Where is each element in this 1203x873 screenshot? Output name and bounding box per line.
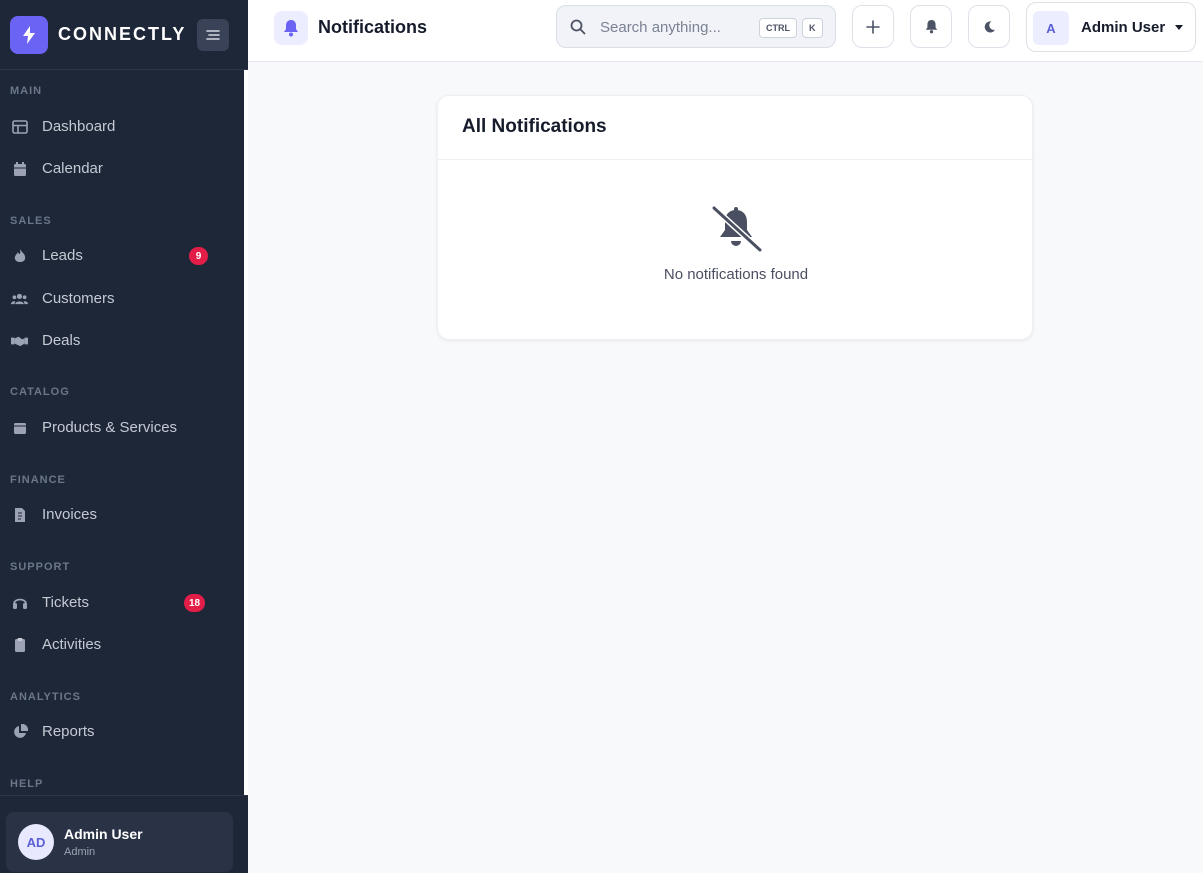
sidebar-item-label: Calendar: [42, 160, 103, 177]
sidebar-item-label: Invoices: [42, 506, 98, 523]
sidebar-item-label: Tickets: [42, 594, 89, 611]
search-input[interactable]: Search anything... CTRL K: [556, 5, 836, 48]
bolt-icon[interactable]: [10, 16, 48, 54]
grid-icon: [11, 118, 28, 135]
sidebar: CONNECTLY MAIN Dashboard Calendar SALES …: [0, 0, 248, 873]
theme-toggle-button[interactable]: [968, 5, 1010, 48]
sidebar-item-label: Customers: [42, 290, 115, 307]
sidebar-item-deals[interactable]: Deals: [0, 322, 240, 358]
chevron-down-icon: [1175, 25, 1183, 30]
menu-icon: [206, 30, 220, 40]
moon-icon: [984, 20, 995, 32]
top-header: Notifications Search anything... CTRL K …: [248, 0, 1203, 62]
pie-chart-icon: [11, 723, 28, 740]
calendar-icon: [11, 160, 28, 177]
avatar: AD: [18, 824, 54, 860]
sidebar-toggle-button[interactable]: [197, 19, 229, 51]
bell-icon: [274, 11, 308, 45]
clipboard-icon: [11, 636, 28, 653]
sidebar-item-leads[interactable]: Leads 9: [0, 237, 240, 273]
sidebar-item-label: Products & Services: [42, 419, 178, 436]
sidebar-scrollbar[interactable]: [244, 70, 248, 795]
brand: CONNECTLY: [0, 0, 248, 70]
profile-menu-button[interactable]: A Admin User: [1026, 2, 1196, 52]
brand-name: CONNECTLY: [58, 24, 187, 44]
notifications-button[interactable]: [910, 5, 952, 48]
sidebar-item-products-services[interactable]: Products & Services: [0, 409, 240, 445]
tickets-count-badge: 18: [184, 594, 206, 612]
section-label-analytics: ANALYTICS: [10, 691, 81, 703]
headset-icon: [11, 594, 28, 611]
sidebar-item-calendar[interactable]: Calendar: [0, 150, 240, 186]
section-label-help: HELP: [10, 778, 44, 790]
sidebar-item-customers[interactable]: Customers: [0, 280, 240, 316]
fire-icon: [11, 247, 28, 264]
sidebar-item-label: Deals: [42, 332, 81, 349]
profile-name: Admin User: [1081, 19, 1166, 36]
sidebar-footer-divider: [0, 795, 248, 796]
card-title: All Notifications: [462, 116, 607, 137]
section-label-catalog: CATALOG: [10, 386, 70, 398]
users-icon: [11, 290, 28, 307]
sidebar-user-role: Admin: [64, 846, 96, 858]
bell-icon: [925, 20, 937, 34]
section-label-main: MAIN: [10, 85, 43, 97]
sidebar-item-invoices[interactable]: Invoices: [0, 496, 240, 532]
card-divider: [438, 159, 1034, 160]
sidebar-item-tickets[interactable]: Tickets 18: [0, 584, 240, 620]
bell-slash-icon: [708, 206, 764, 252]
sidebar-item-label: Leads: [42, 247, 83, 264]
search-icon: [570, 19, 586, 40]
sidebar-item-activities[interactable]: Activities: [0, 626, 240, 662]
notifications-card: All Notifications No notifications found: [437, 95, 1034, 340]
sidebar-item-label: Activities: [42, 636, 102, 653]
sidebar-user-card[interactable]: AD Admin User Admin: [6, 812, 233, 872]
add-button[interactable]: [852, 5, 894, 48]
section-label-support: SUPPORT: [10, 561, 71, 573]
sidebar-item-reports[interactable]: Reports: [0, 713, 240, 749]
sidebar-item-label: Dashboard: [42, 118, 116, 135]
shortcut-key-k: K: [802, 18, 823, 38]
sidebar-user-name: Admin User: [64, 826, 143, 842]
invoice-icon: [11, 506, 28, 523]
avatar: A: [1033, 11, 1069, 45]
sidebar-item-label: Reports: [42, 723, 95, 740]
leads-count-badge: 9: [189, 247, 208, 265]
handshake-icon: [11, 332, 28, 349]
page-title: Notifications: [318, 17, 428, 37]
plus-icon: [866, 19, 880, 34]
sidebar-item-dashboard[interactable]: Dashboard: [0, 108, 240, 144]
search-placeholder: Search anything...: [600, 19, 721, 36]
section-label-sales: SALES: [10, 215, 52, 227]
shortcut-key-ctrl: CTRL: [759, 18, 797, 38]
box-icon: [11, 419, 28, 436]
empty-state-message: No notifications found: [663, 266, 809, 283]
section-label-finance: FINANCE: [10, 474, 66, 486]
